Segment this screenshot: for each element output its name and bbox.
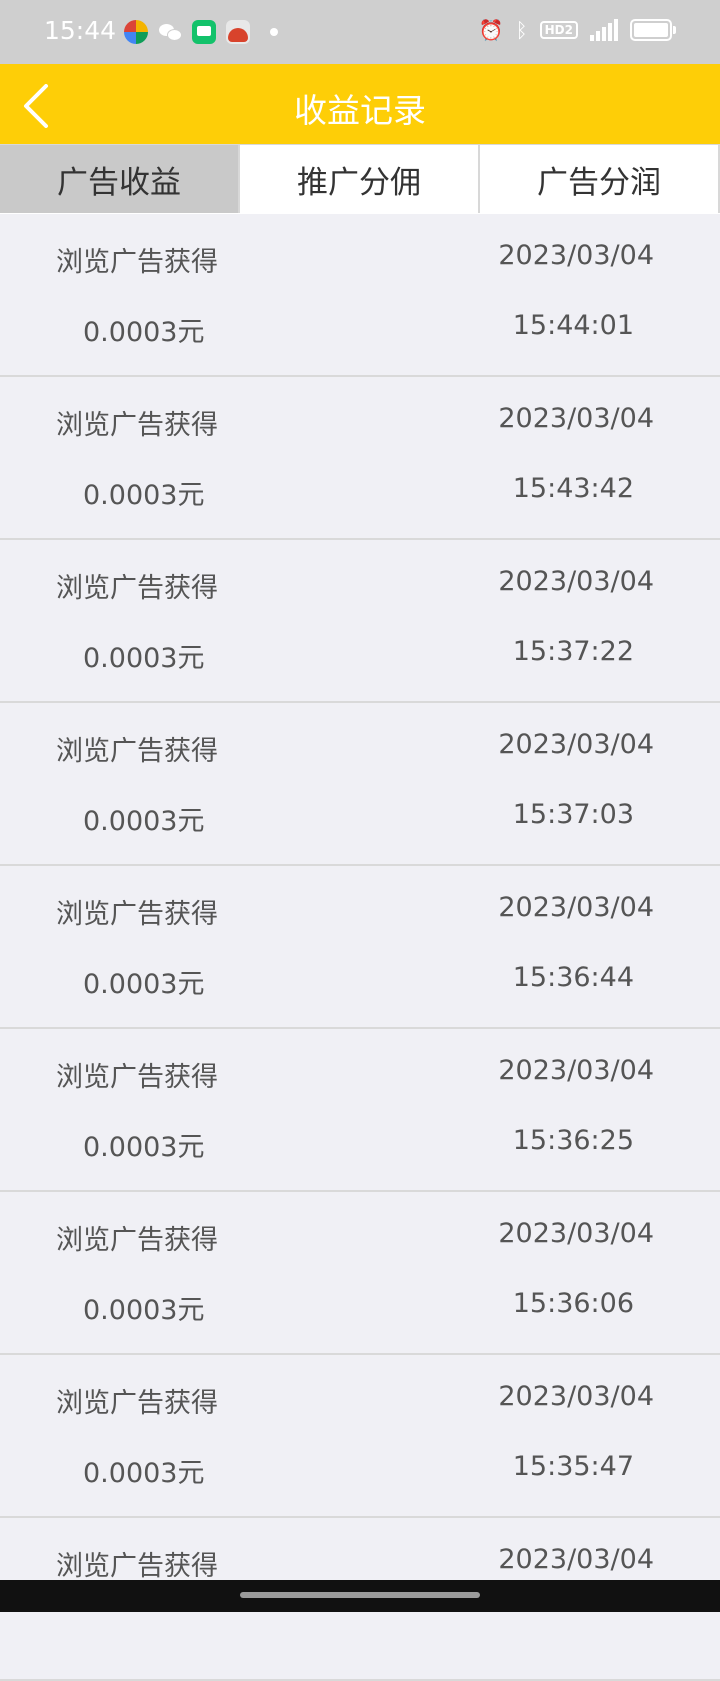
tab-referral-commission[interactable]: 推广分佣 (240, 144, 480, 213)
record-date: 2023/03/04 (498, 729, 654, 760)
home-indicator[interactable] (240, 1592, 480, 1598)
status-time: 15:44 (44, 16, 117, 45)
browser-ball-icon (124, 20, 148, 44)
record-amount: 0.0003元 (83, 1458, 205, 1489)
record-time: 15:35:47 (512, 1451, 634, 1482)
app-header: 收益记录 (0, 64, 720, 144)
record-time: 15:44:01 (512, 310, 634, 341)
record-title: 浏览广告获得 (56, 1388, 218, 1419)
record-title: 浏览广告获得 (56, 573, 218, 604)
record-date: 2023/03/04 (498, 1381, 654, 1412)
record-amount: 0.0003元 (83, 480, 205, 511)
bluetooth-icon: ᛒ (515, 18, 528, 42)
record-date: 2023/03/04 (498, 240, 654, 271)
record-date: 2023/03/04 (498, 566, 654, 597)
record-date: 2023/03/04 (498, 1218, 654, 1249)
record-time: 15:43:42 (512, 473, 634, 504)
record-amount: 0.0003元 (83, 806, 205, 837)
page-title: 收益记录 (294, 91, 426, 130)
record-time: 15:36:44 (512, 962, 634, 993)
list-item: 浏览广告获得 0.0003元 2023/03/04 15:37:03 (0, 703, 720, 866)
record-amount: 0.0003元 (83, 317, 205, 348)
list-item: 浏览广告获得 0.0003元 2023/03/04 15:44:01 (0, 214, 720, 377)
income-record-list: 浏览广告获得 0.0003元 2023/03/04 15:44:01 浏览广告获… (0, 214, 720, 1681)
record-amount: 0.0003元 (83, 969, 205, 1000)
record-amount: 0.0003元 (83, 1295, 205, 1326)
message-icon (192, 20, 216, 44)
record-title: 浏览广告获得 (56, 736, 218, 767)
system-nav-bar (0, 1580, 720, 1612)
record-title: 浏览广告获得 (56, 247, 218, 278)
record-time: 15:36:06 (512, 1288, 634, 1319)
record-title: 浏览广告获得 (56, 899, 218, 930)
record-title: 浏览广告获得 (56, 1062, 218, 1093)
alarm-icon: ⏰ (478, 18, 504, 42)
record-date: 2023/03/04 (498, 1055, 654, 1086)
tab-bar: 广告收益 推广分佣 广告分润 (0, 144, 720, 215)
hd-icon: HD2 (539, 21, 578, 39)
record-date: 2023/03/04 (498, 892, 654, 923)
wechat-icon (158, 20, 182, 44)
record-title: 浏览广告获得 (56, 410, 218, 441)
system-icons: ⏰ ᛒ HD2 (478, 18, 676, 42)
list-item: 浏览广告获得 0.0003元 2023/03/04 15:36:25 (0, 1029, 720, 1192)
tab-ad-income[interactable]: 广告收益 (0, 144, 240, 213)
game-icon (226, 20, 250, 44)
record-date: 2023/03/04 (498, 403, 654, 434)
record-time: 15:37:03 (512, 799, 634, 830)
tab-ad-profit-share[interactable]: 广告分润 (480, 144, 720, 213)
record-amount: 0.0003元 (83, 1132, 205, 1163)
list-item: 浏览广告获得 0.0003元 2023/03/04 15:43:42 (0, 377, 720, 540)
battery-icon (630, 19, 676, 41)
list-item: 浏览广告获得 0.0003元 2023/03/04 15:36:06 (0, 1192, 720, 1355)
list-item: 浏览广告获得 0.0003元 2023/03/04 15:36:44 (0, 866, 720, 1029)
record-title: 浏览广告获得 (56, 1551, 218, 1582)
list-item: 浏览广告获得 0.0003元 2023/03/04 15:35:47 (0, 1355, 720, 1518)
record-time: 15:37:22 (512, 636, 634, 667)
signal-5g-icon (590, 19, 618, 41)
record-title: 浏览广告获得 (56, 1225, 218, 1256)
status-bar: 15:44 ⏰ ᛒ HD2 (0, 0, 720, 64)
dot-icon (270, 28, 278, 36)
record-amount: 0.0003元 (83, 643, 205, 674)
record-time: 15:36:25 (512, 1125, 634, 1156)
list-item: 浏览广告获得 0.0003元 2023/03/04 15:37:22 (0, 540, 720, 703)
notification-icons (124, 16, 278, 48)
record-date: 2023/03/04 (498, 1544, 654, 1575)
